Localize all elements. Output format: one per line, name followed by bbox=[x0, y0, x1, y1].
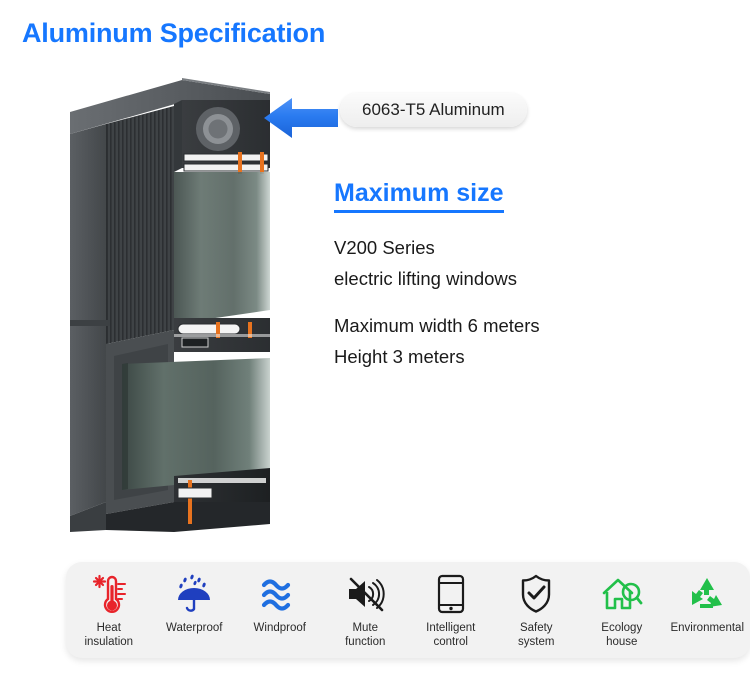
recycle-icon bbox=[687, 572, 727, 616]
specification-text: Maximum size V200 Series electric liftin… bbox=[334, 180, 734, 375]
feature-label: Intelligent control bbox=[426, 622, 476, 649]
page-title: Aluminum Specification bbox=[22, 18, 326, 48]
wind-waves-icon bbox=[260, 572, 300, 616]
feature-windproof: Windproof bbox=[237, 562, 323, 635]
feature-label: Environmental bbox=[670, 622, 744, 634]
feature-heat-insulation: Heat insulation bbox=[66, 562, 152, 649]
product-image bbox=[70, 72, 285, 532]
feature-mute-function: Mute function bbox=[323, 562, 409, 649]
series-line-2: electric lifting windows bbox=[334, 268, 518, 290]
feature-label: Safety system bbox=[518, 622, 555, 649]
thermometer-icon bbox=[91, 572, 127, 616]
tablet-icon bbox=[436, 572, 466, 616]
feature-environmental: Environmental bbox=[665, 562, 750, 635]
feature-ecology-house: Ecology house bbox=[579, 562, 665, 649]
left-arrow-icon bbox=[264, 98, 338, 138]
house-search-icon bbox=[601, 572, 643, 616]
dimensions-paragraph: Maximum width 6 meters Height 3 meters bbox=[334, 313, 734, 371]
aluminum-window-profile-cutaway-svg bbox=[70, 78, 270, 532]
specification-page: Aluminum Specification 6063-T5 Aluminum … bbox=[0, 0, 750, 690]
feature-waterproof: Waterproof bbox=[152, 562, 238, 635]
series-paragraph: V200 Series electric lifting windows bbox=[334, 235, 734, 293]
section-heading: Maximum size bbox=[334, 180, 504, 213]
feature-intelligent-control: Intelligent control bbox=[408, 562, 494, 649]
material-callout-label: 6063-T5 Aluminum bbox=[340, 93, 527, 127]
speaker-mute-icon bbox=[345, 572, 385, 616]
height-line: Height 3 meters bbox=[334, 345, 465, 367]
feature-strip: Heat insulation Waterproof Windproof Mut… bbox=[66, 562, 750, 658]
shield-check-icon bbox=[519, 572, 553, 616]
max-width-line: Maximum width 6 meters bbox=[334, 314, 540, 336]
feature-label: Windproof bbox=[253, 622, 306, 634]
feature-label: Ecology house bbox=[601, 622, 643, 649]
feature-label: Waterproof bbox=[166, 622, 223, 634]
feature-label: Mute function bbox=[345, 622, 386, 649]
series-line-1: V200 Series bbox=[334, 237, 435, 258]
callout-pointer bbox=[262, 94, 340, 142]
feature-safety-system: Safety system bbox=[494, 562, 580, 649]
feature-label: Heat insulation bbox=[84, 622, 134, 649]
umbrella-rain-icon bbox=[174, 572, 214, 616]
